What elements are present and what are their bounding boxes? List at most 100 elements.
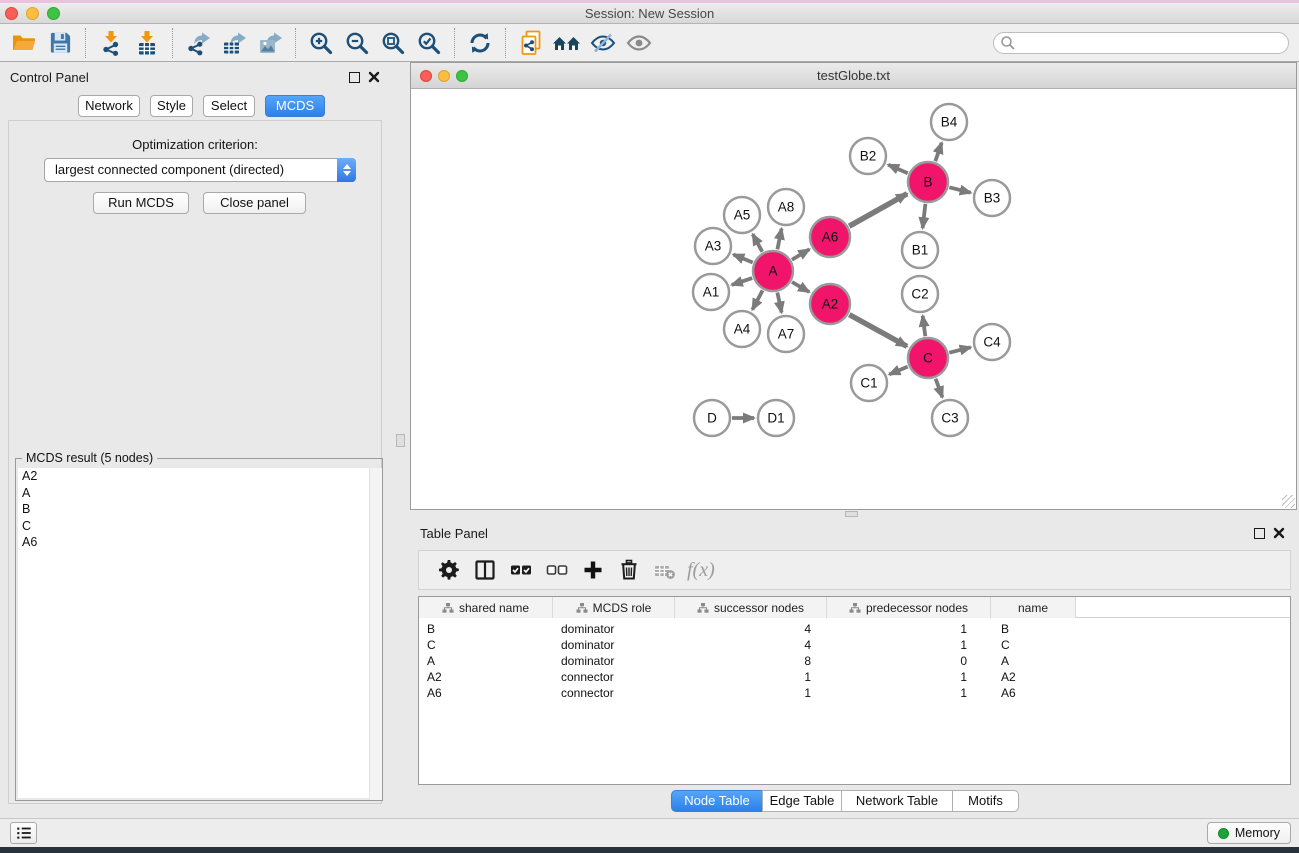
new-network-selection-button[interactable]: [513, 27, 549, 59]
graph-edge[interactable]: [949, 187, 970, 192]
float-panel-icon[interactable]: [349, 72, 360, 83]
run-mcds-button[interactable]: Run MCDS: [93, 192, 189, 214]
optimization-criterion-select[interactable]: largest connected component (directed): [44, 158, 356, 182]
column-header[interactable]: predecessor nodes: [827, 597, 991, 618]
table-row[interactable]: Bdominator41B: [419, 621, 1290, 637]
table-settings-button[interactable]: [431, 554, 467, 586]
graph-edge[interactable]: [889, 367, 907, 375]
minimize-network-window-button[interactable]: [438, 70, 450, 82]
graph-edge[interactable]: [849, 315, 907, 347]
resize-grip-icon[interactable]: [1282, 495, 1295, 508]
function-builder-button[interactable]: f(x): [683, 554, 719, 586]
memory-status-icon: [1218, 828, 1229, 839]
open-session-button[interactable]: [6, 27, 42, 59]
tab-style[interactable]: Style: [150, 95, 193, 117]
desktop-background-strip: [0, 847, 1299, 853]
column-header[interactable]: successor nodes: [675, 597, 827, 618]
minimize-window-button[interactable]: [26, 7, 39, 20]
zoom-fit-button[interactable]: [375, 27, 411, 59]
column-header[interactable]: MCDS role: [553, 597, 675, 618]
column-header[interactable]: name: [991, 597, 1076, 618]
tab-network[interactable]: Network: [78, 95, 140, 117]
graph-edge[interactable]: [732, 278, 752, 285]
table-row[interactable]: Cdominator41C: [419, 637, 1290, 653]
graph-edge[interactable]: [888, 165, 908, 174]
mcds-result-item[interactable]: B: [18, 501, 380, 518]
zoom-in-button[interactable]: [303, 27, 339, 59]
graph-edge[interactable]: [849, 194, 907, 227]
graph-edge[interactable]: [777, 229, 781, 250]
close-window-button[interactable]: [5, 7, 18, 20]
table-cell: dominator: [553, 621, 675, 637]
graph-node-label: B2: [860, 149, 877, 164]
tab-edge-table[interactable]: Edge Table: [762, 790, 842, 812]
graph-edge[interactable]: [733, 255, 752, 263]
tab-network-table[interactable]: Network Table: [841, 790, 953, 812]
export-table-button[interactable]: [216, 27, 252, 59]
hide-details-button[interactable]: [585, 27, 621, 59]
graph-edge[interactable]: [792, 282, 809, 292]
mcds-result-legend: MCDS result (5 nodes): [22, 451, 157, 465]
tab-node-table[interactable]: Node Table: [671, 790, 763, 812]
deselect-all-button[interactable]: [539, 554, 575, 586]
zoom-window-button[interactable]: [47, 7, 60, 20]
graph-edge[interactable]: [777, 293, 781, 313]
mcds-list-scrollbar[interactable]: [369, 468, 382, 800]
memory-button[interactable]: Memory: [1207, 822, 1291, 844]
graph-edge[interactable]: [923, 204, 926, 228]
table-cell: dominator: [553, 653, 675, 669]
export-image-button[interactable]: [252, 27, 288, 59]
select-all-button[interactable]: [503, 554, 539, 586]
create-column-button[interactable]: [575, 554, 611, 586]
show-columns-button[interactable]: [467, 554, 503, 586]
optimization-criterion-label: Optimization criterion:: [9, 137, 381, 152]
close-panel-button[interactable]: Close panel: [203, 192, 306, 214]
import-network-button[interactable]: [93, 27, 129, 59]
graph-edge[interactable]: [752, 290, 762, 309]
mcds-result-item[interactable]: C: [18, 518, 380, 535]
table-row[interactable]: A2connector11A2: [419, 669, 1290, 685]
toolbar-separator: [454, 28, 455, 58]
graph-edge[interactable]: [923, 316, 926, 336]
mcds-result-item[interactable]: A6: [18, 534, 380, 551]
apply-layout-button[interactable]: [462, 27, 498, 59]
close-panel-icon[interactable]: [368, 71, 380, 83]
zoom-selected-button[interactable]: [411, 27, 447, 59]
graph-edge[interactable]: [792, 249, 810, 259]
selected-option: largest connected component (directed): [55, 162, 284, 177]
graph-edge[interactable]: [949, 347, 970, 352]
export-network-button[interactable]: [180, 27, 216, 59]
show-details-button[interactable]: [621, 27, 657, 59]
horizontal-splitter-handle[interactable]: [845, 511, 858, 517]
toolbar-separator: [295, 28, 296, 58]
column-header[interactable]: shared name: [419, 597, 553, 618]
graph-edge[interactable]: [936, 379, 943, 398]
mcds-result-item[interactable]: A2: [18, 468, 380, 485]
graph-edge[interactable]: [935, 143, 941, 161]
main-titlebar: Session: New Session: [0, 3, 1299, 24]
search-input[interactable]: [993, 32, 1289, 54]
import-table-button[interactable]: [129, 27, 165, 59]
mcds-result-item[interactable]: A: [18, 485, 380, 502]
table-row[interactable]: Adominator80A: [419, 653, 1290, 669]
tab-mcds[interactable]: MCDS: [265, 95, 325, 117]
tab-motifs[interactable]: Motifs: [952, 790, 1019, 812]
vertical-splitter-handle[interactable]: [396, 434, 405, 447]
graph-edge[interactable]: [753, 234, 763, 252]
table-cell: A6: [991, 685, 1076, 701]
delete-table-button[interactable]: [647, 554, 683, 586]
close-network-window-button[interactable]: [420, 70, 432, 82]
delete-column-button[interactable]: [611, 554, 647, 586]
zoom-out-button[interactable]: [339, 27, 375, 59]
task-history-button[interactable]: [10, 822, 37, 844]
float-table-panel-icon[interactable]: [1254, 528, 1265, 539]
table-cell: A: [991, 653, 1076, 669]
tab-select[interactable]: Select: [203, 95, 255, 117]
save-session-button[interactable]: [42, 27, 78, 59]
zoom-network-window-button[interactable]: [456, 70, 468, 82]
close-table-panel-icon[interactable]: [1273, 527, 1285, 539]
table-cell: 1: [827, 637, 991, 653]
first-neighbors-button[interactable]: [549, 27, 585, 59]
table-row[interactable]: A6connector11A6: [419, 685, 1290, 701]
network-canvas[interactable]: AA1A2A3A4A5A6A7A8BB1B2B3B4CC1C2C3C4DD1: [411, 89, 1296, 509]
